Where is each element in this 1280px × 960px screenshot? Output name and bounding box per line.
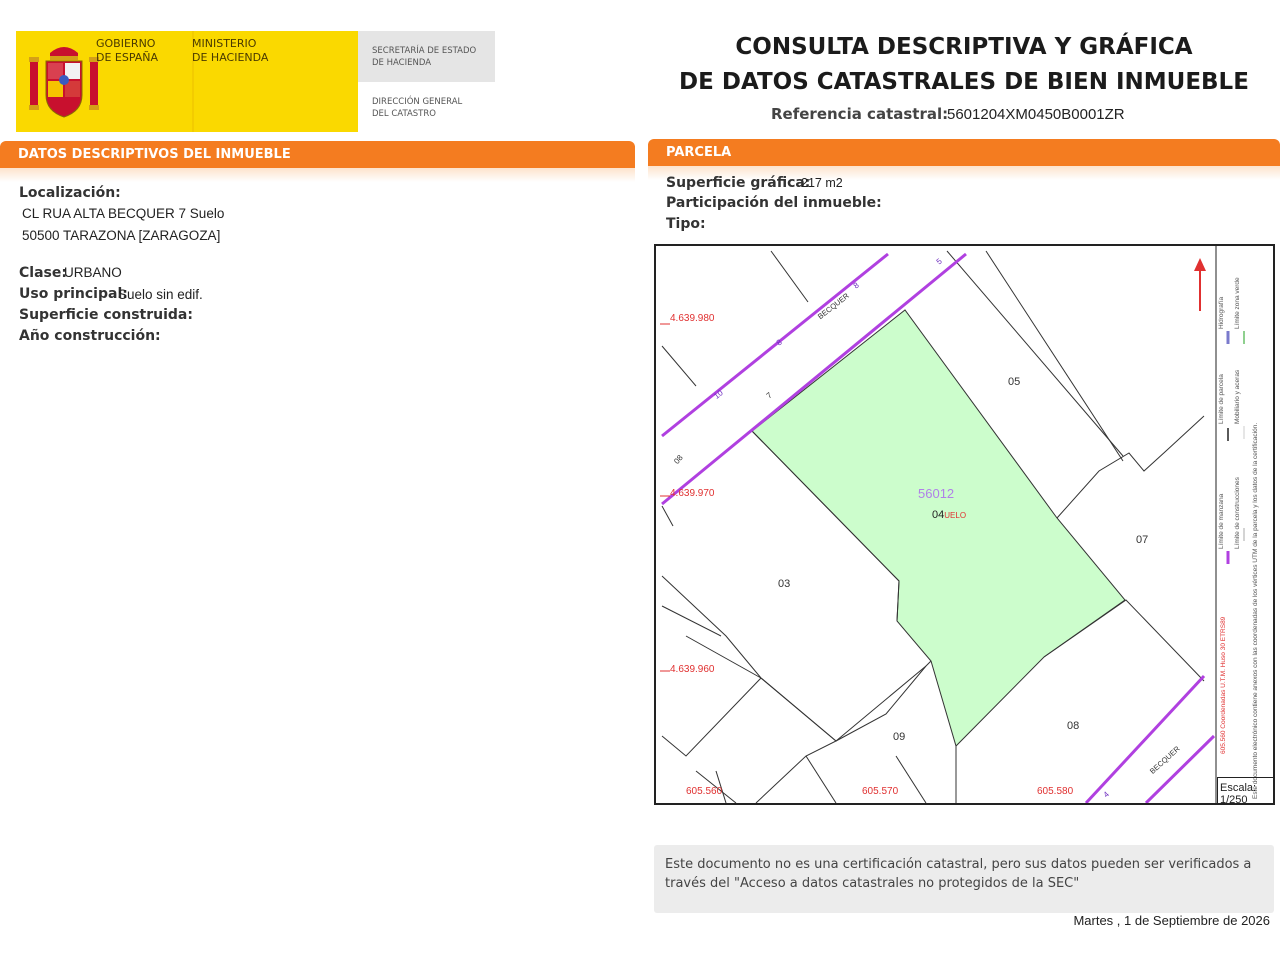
parcel-label[interactable]: 09: [893, 731, 905, 743]
parcel-number: 04: [932, 509, 945, 521]
parcel-label[interactable]: 03: [778, 578, 790, 590]
legend-item: Mobiliario y aceras: [1234, 369, 1241, 424]
cadastral-map[interactable]: 4.639.980 4.639.970 4.639.960 605.560 60…: [654, 244, 1275, 805]
uso-label: Uso principal:: [19, 286, 128, 302]
clase-value: URBANO: [64, 265, 122, 280]
legend-item: Límite zona verde: [1234, 277, 1241, 329]
coord-x-label: 605.560: [686, 786, 723, 797]
address-line-1: CL RUA ALTA BECQUER 7 Suelo: [22, 206, 225, 221]
ref-catastral-value: 5601204XM0450B0001ZR: [947, 106, 1125, 123]
legend-note-annex: Este documento electrónico contiene anex…: [1252, 422, 1259, 799]
legend-note-coords: 605.560 Coordenadas U.T.M. Huso 30 ETRS8…: [1220, 616, 1227, 754]
coord-y-label: 4.639.980: [670, 313, 715, 324]
scale-value: 1/250: [1220, 794, 1248, 806]
parcel-label[interactable]: 05: [1008, 376, 1020, 388]
direccion-text: DIRECCIÓN GENERAL DEL CATASTRO: [372, 97, 463, 119]
section-header-descriptivos: DATOS DESCRIPTIVOS DEL INMUEBLE: [0, 141, 635, 168]
tipo-label: Tipo:: [666, 216, 706, 232]
coat-of-arms-icon: [29, 47, 99, 118]
block-id-label: 56012: [918, 486, 955, 501]
legend-item: Hidrografía: [1218, 296, 1225, 329]
uso-value: Suelo sin edif.: [118, 287, 203, 302]
north-arrow-icon: [1194, 258, 1206, 311]
coord-x-label: 605.570: [862, 786, 899, 797]
gov-logo-block: [16, 31, 358, 132]
scale-box: Escala: 1/250: [1217, 777, 1275, 806]
legend-item: Límite de parcela: [1218, 374, 1225, 424]
coord-y-label: 4.639.970: [670, 488, 715, 499]
document-date: Martes , 1 de Septiembre de 2026: [1073, 913, 1270, 928]
ref-catastral-label: Referencia catastral:: [771, 105, 949, 123]
map-canvas[interactable]: [656, 246, 1273, 803]
section-fade: [0, 168, 635, 182]
address-line-2: 50500 TARAZONA [ZARAGOZA]: [22, 228, 221, 243]
localizacion-label: Localización:: [19, 185, 121, 201]
scale-label: Escala:: [1220, 782, 1257, 794]
ministry-name: MINISTERIO DE HACIENDA: [192, 37, 269, 64]
superficie-grafica-label: Superficie gráfica:: [666, 175, 811, 191]
superficie-construida-label: Superficie construida:: [19, 307, 193, 323]
legend-item: Límite de manzana: [1218, 493, 1225, 549]
superficie-grafica-value: 217 m2: [801, 176, 843, 190]
section-header-parcela: PARCELA: [648, 139, 1280, 166]
coord-y-label: 4.639.960: [670, 664, 715, 675]
legend: 605.560 Coordenadas U.T.M. Huso 30 ETRS8…: [1218, 259, 1270, 799]
page-title: CONSULTA DESCRIPTIVA Y GRÁFICA DE DATOS …: [679, 34, 1249, 95]
coord-x-label: 605.580: [1037, 786, 1074, 797]
parcel-04-label[interactable]: 04UELO: [932, 509, 966, 521]
parcel-04-shape[interactable]: [751, 309, 1126, 747]
ano-construccion-label: Año construcción:: [19, 328, 161, 344]
parcel-suffix: UELO: [944, 511, 967, 520]
legend-item: Límite de construcciones: [1234, 477, 1241, 549]
participacion-label: Participación del inmueble:: [666, 195, 882, 211]
parcel-label[interactable]: 08: [1067, 720, 1079, 732]
secretaria-text: SECRETARÍA DE ESTADO DE HACIENDA: [372, 46, 477, 68]
clase-label: Clase:: [19, 265, 67, 281]
parcel-label[interactable]: 07: [1136, 534, 1148, 546]
gov-name: GOBIERNO DE ESPAÑA: [96, 37, 159, 64]
disclaimer-notice: Este documento no es una certificación c…: [654, 845, 1274, 913]
